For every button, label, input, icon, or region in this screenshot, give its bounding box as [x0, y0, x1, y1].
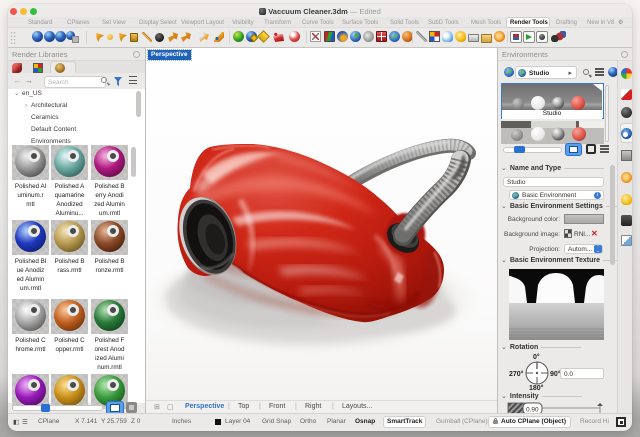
svg-text:270°: 270° — [509, 370, 524, 378]
svg-text:0°: 0° — [533, 353, 540, 361]
svg-text:180°: 180° — [529, 384, 544, 392]
